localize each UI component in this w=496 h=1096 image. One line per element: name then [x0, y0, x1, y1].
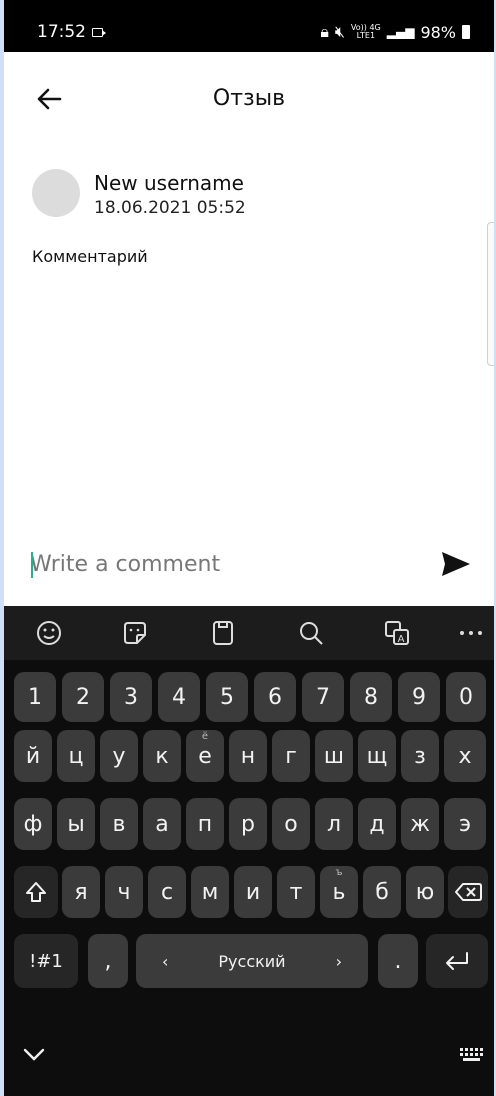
enter-icon	[446, 952, 468, 970]
key-letter-soft-sign[interactable]: ъ ь	[320, 866, 358, 918]
key-letter[interactable]: г	[272, 730, 310, 782]
key-letter[interactable]: м	[191, 866, 229, 918]
key-letter[interactable]: у	[100, 730, 138, 782]
key-letter[interactable]: ф	[14, 798, 52, 850]
status-time: 17:52	[37, 22, 86, 42]
key-hint: ъ	[335, 867, 343, 878]
key-6[interactable]: 6	[254, 672, 296, 722]
period-key[interactable]: .	[378, 934, 418, 988]
sticker-icon[interactable]	[120, 618, 150, 648]
key-2[interactable]: 2	[62, 672, 104, 722]
space-label: Русский	[218, 951, 286, 971]
key-letter-e[interactable]: ё е	[186, 730, 224, 782]
key-letter[interactable]: о	[272, 798, 310, 850]
send-icon[interactable]	[440, 550, 472, 578]
comma-key[interactable]: ,	[88, 934, 128, 988]
app-frame: 17:52 🔒︎ 🔇︎ Vo)) 4G LTE1 ▂▄▆ 98% Отзыв N…	[4, 0, 494, 1096]
key-letter[interactable]: щ	[358, 730, 396, 782]
key-letter[interactable]: а	[143, 798, 181, 850]
key-letter[interactable]: ч	[105, 866, 143, 918]
review-comment: Комментарий	[32, 247, 148, 266]
screen-record-icon	[92, 28, 106, 37]
key-letter[interactable]: б	[363, 866, 401, 918]
comment-input[interactable]	[30, 547, 410, 581]
key-9[interactable]: 9	[398, 672, 440, 722]
key-letter[interactable]: н	[229, 730, 267, 782]
review-username: New username	[94, 171, 244, 195]
text-cursor	[31, 552, 33, 578]
key-label: ь	[332, 879, 346, 905]
cursor-right-icon: ›	[335, 952, 342, 971]
network-label-bottom: LTE1	[356, 31, 376, 40]
page-title: Отзыв	[212, 86, 286, 111]
shift-icon	[26, 882, 46, 902]
network-type: Vo)) 4G LTE1	[351, 24, 381, 40]
key-letter[interactable]: л	[315, 798, 353, 850]
search-icon[interactable]	[296, 618, 326, 648]
signal-icon: ▂▄▆	[386, 25, 415, 39]
key-letter[interactable]: ж	[401, 798, 439, 850]
key-letter[interactable]: з	[401, 730, 439, 782]
backspace-icon	[455, 883, 482, 901]
status-bar: 17:52 🔒︎ 🔇︎ Vo)) 4G LTE1 ▂▄▆ 98%	[4, 0, 494, 52]
svg-text:A: A	[398, 634, 405, 645]
symbols-key[interactable]: !#1	[14, 934, 78, 988]
scrollbar[interactable]	[487, 222, 494, 366]
key-7[interactable]: 7	[302, 672, 344, 722]
keyboard: A 1 2 3 4 5 6 7 8 9 0 й ц у к ё е н г ш …	[4, 606, 494, 1096]
key-0[interactable]: 0	[446, 672, 486, 722]
key-letter[interactable]: я	[62, 866, 100, 918]
key-3[interactable]: 3	[110, 672, 152, 722]
key-letter[interactable]: ц	[57, 730, 95, 782]
key-8[interactable]: 8	[350, 672, 392, 722]
cursor-left-icon: ‹	[162, 952, 169, 971]
avatar	[32, 169, 80, 217]
backspace-key[interactable]	[448, 866, 488, 918]
key-letter[interactable]: х	[444, 730, 486, 782]
shift-key[interactable]	[14, 866, 58, 918]
key-4[interactable]: 4	[158, 672, 200, 722]
key-label: е	[198, 743, 212, 769]
key-letter[interactable]: ы	[57, 798, 95, 850]
review-date: 18.06.2021 05:52	[94, 198, 246, 218]
enter-key[interactable]	[426, 934, 488, 988]
key-letter[interactable]: р	[229, 798, 267, 850]
key-letter[interactable]: п	[186, 798, 224, 850]
key-letter[interactable]: ю	[406, 866, 444, 918]
status-icons: 🔒︎ 🔇︎ Vo)) 4G LTE1 ▂▄▆ 98%	[320, 22, 470, 42]
key-letter[interactable]: й	[14, 730, 52, 782]
key-letter[interactable]: т	[277, 866, 315, 918]
keyboard-switch-icon[interactable]	[458, 1046, 486, 1064]
emoji-icon[interactable]	[34, 618, 64, 648]
key-1[interactable]: 1	[14, 672, 56, 722]
key-letter[interactable]: ш	[315, 730, 353, 782]
more-icon[interactable]	[456, 618, 486, 648]
key-letter[interactable]: в	[100, 798, 138, 850]
key-letter[interactable]: э	[444, 798, 486, 850]
key-5[interactable]: 5	[206, 672, 248, 722]
clipboard-icon[interactable]	[208, 618, 238, 648]
translate-icon[interactable]: A	[382, 618, 412, 648]
key-letter[interactable]: и	[234, 866, 272, 918]
hide-keyboard-icon[interactable]	[22, 1044, 46, 1064]
key-letter[interactable]: д	[358, 798, 396, 850]
lock-icon: 🔒︎	[320, 22, 329, 41]
key-letter[interactable]: к	[143, 730, 181, 782]
keyboard-toolbar: A	[4, 606, 494, 660]
mute-icon: 🔇︎	[334, 22, 345, 41]
key-letter[interactable]: с	[148, 866, 186, 918]
battery-icon	[462, 25, 470, 39]
battery-text: 98%	[420, 22, 456, 42]
key-hint: ё	[201, 731, 209, 742]
space-key[interactable]: ‹ Русский ›	[136, 934, 368, 988]
